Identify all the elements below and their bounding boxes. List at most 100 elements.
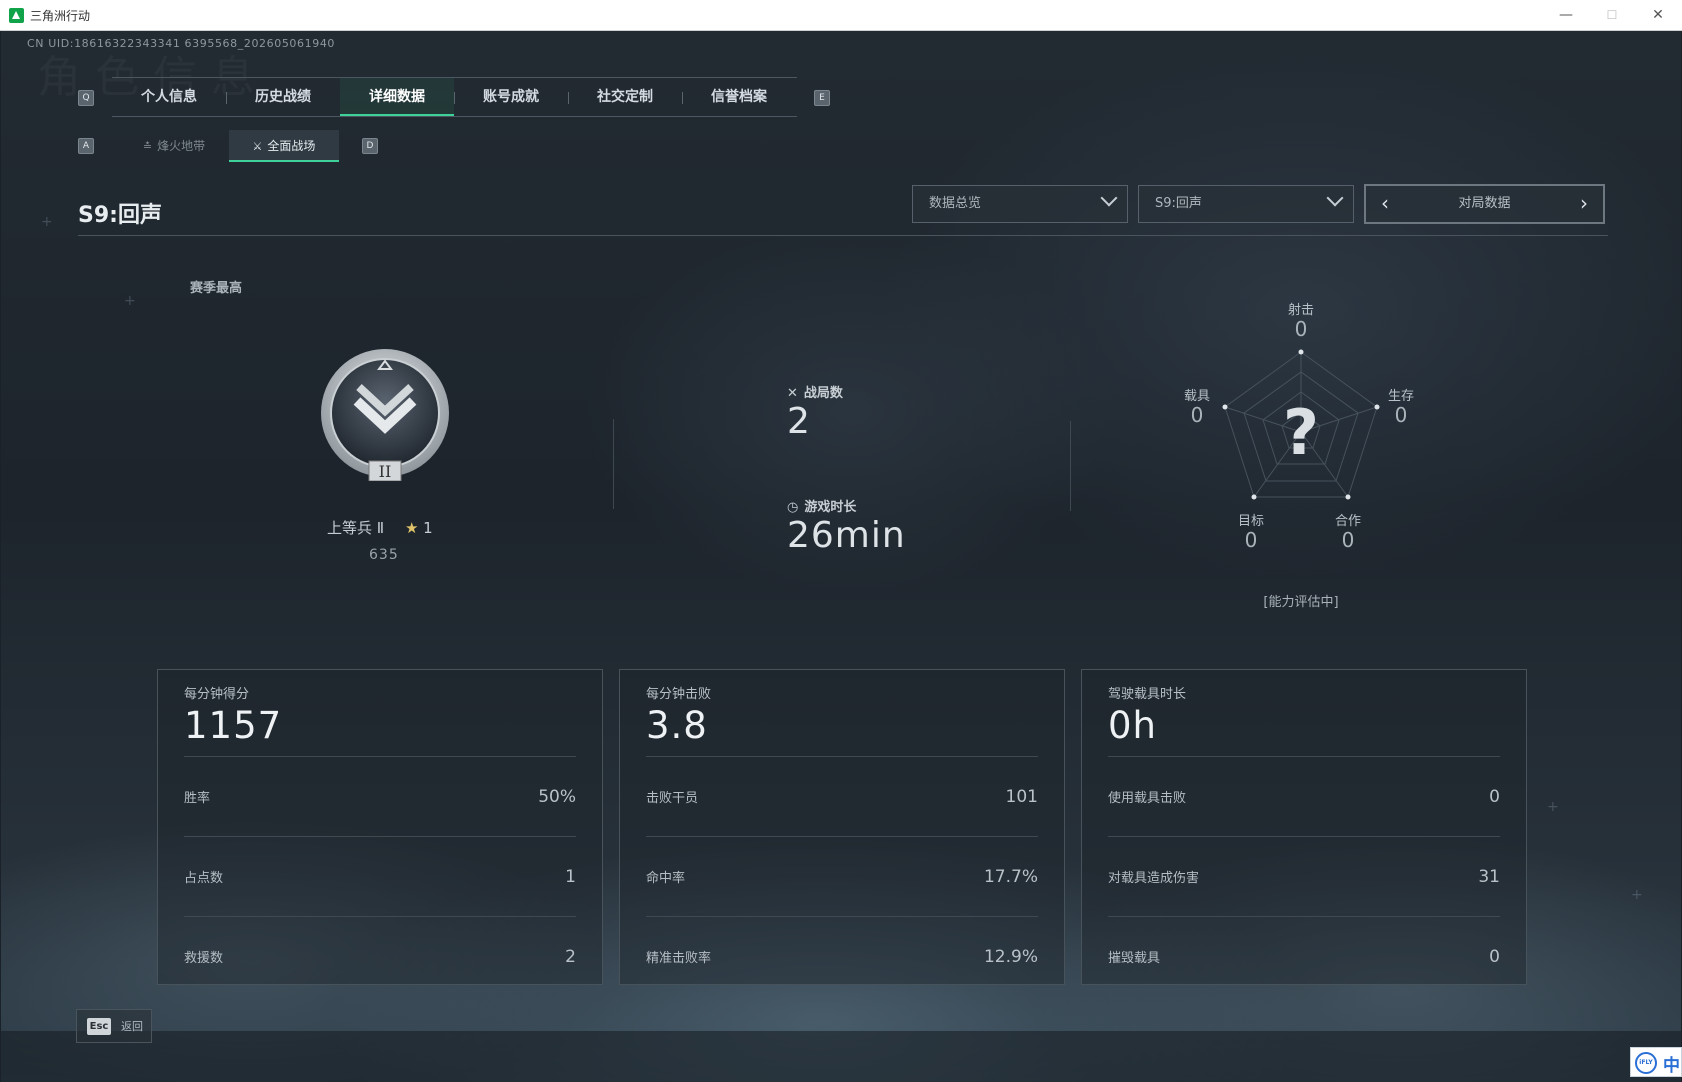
stat-value: 0 — [1489, 946, 1500, 967]
radar-label-teamwork: 合作 — [1334, 514, 1361, 529]
stat-row: 占点数 1 — [184, 836, 576, 916]
game-viewport: 角色信息 CN UID:18616322343341 6395568_20260… — [1, 31, 1681, 1082]
matches-label: 战局数 — [803, 386, 843, 401]
radar-value-teamwork: 0 — [1341, 528, 1355, 552]
dropdown-value: S9:回声 — [1155, 196, 1202, 211]
card-title: 每分钟击败 — [646, 687, 712, 702]
tab-right-key-hint: E — [814, 90, 830, 106]
stat-value: 12.9% — [983, 946, 1038, 967]
stat-value: 31 — [1478, 866, 1500, 887]
stat-value: 0 — [1489, 786, 1500, 807]
subtab-label: 全面战场 — [267, 139, 316, 153]
ime-indicator[interactable]: iFLY 中 — [1630, 1047, 1682, 1077]
firezone-icon: ≛ — [142, 140, 153, 153]
radar-status: [能力评估中] — [1263, 595, 1339, 610]
decor-plus-icon: + — [1547, 799, 1559, 815]
stat-value: 1 — [565, 866, 576, 887]
stopwatch-icon: ◷ — [787, 500, 799, 515]
tab-social-custom[interactable]: 社交定制 — [568, 78, 682, 116]
subtab-firezone[interactable]: ≛ 烽火地带 — [119, 130, 229, 162]
main-tabs: 个人信息 历史战绩 详细数据 账号成就 社交定制 信誉档案 — [112, 77, 797, 117]
section-divider — [1070, 421, 1071, 511]
stat-row: 精准击败率 12.9% — [646, 916, 1038, 996]
season-title: S9:回声 — [78, 203, 162, 228]
tab-achievements[interactable]: 账号成就 — [454, 78, 568, 116]
ability-radar-chart: ? — [1222, 349, 1380, 500]
stat-row: 摧毁载具 0 — [1108, 916, 1500, 996]
stat-row: 对载具造成伤害 31 — [1108, 836, 1500, 916]
window-titlebar: 三角洲行动 — ☐ ✕ — [0, 0, 1682, 31]
radar-label-shooting: 射击 — [1287, 303, 1314, 318]
tab-personal-info[interactable]: 个人信息 — [112, 78, 226, 116]
rank-numeral: II — [379, 462, 392, 481]
card-title: 驾驶载具时长 — [1108, 687, 1187, 702]
rank-stars: 1 — [423, 519, 433, 537]
stat-value: 17.7% — [983, 866, 1038, 887]
radar-label-objective: 目标 — [1237, 514, 1264, 529]
radar-center-mark: ? — [1283, 396, 1319, 469]
back-label: 返回 — [121, 1020, 143, 1033]
chevron-left-icon[interactable]: ‹ — [1370, 186, 1400, 222]
tab-credit-record[interactable]: 信誉档案 — [682, 78, 796, 116]
mode-subtabs: ≛ 烽火地带 ⚔ 全面战场 — [119, 130, 339, 162]
header-divider — [78, 235, 1608, 236]
tab-left-key-hint: Q — [78, 90, 94, 106]
app-logo-icon — [9, 8, 24, 23]
minimize-button[interactable]: — — [1544, 2, 1588, 28]
season-best-label: 赛季最高 — [190, 281, 243, 296]
subtab-label: 烽火地带 — [157, 139, 206, 153]
radar-value-vehicle: 0 — [1190, 403, 1204, 427]
decor-plus-icon: + — [41, 214, 53, 230]
footer-bar — [1, 1031, 1681, 1082]
chevron-down-icon — [1100, 189, 1118, 207]
maximize-button[interactable]: ☐ — [1590, 2, 1634, 28]
radar-value-objective: 0 — [1244, 528, 1258, 552]
stat-label: 摧毁载具 — [1108, 951, 1161, 966]
stat-value: 50% — [538, 786, 576, 807]
star-icon: ★ — [404, 519, 419, 537]
stat-label: 胜率 — [184, 791, 211, 806]
back-button[interactable]: Esc 返回 — [76, 1009, 152, 1043]
chevron-down-icon — [1326, 189, 1344, 207]
crossed-swords-icon: ✕ — [787, 386, 798, 401]
matches-stat: ✕ 战局数 2 — [787, 382, 843, 442]
stat-row: 救援数 2 — [184, 916, 576, 996]
subtab-battlefield[interactable]: ⚔ 全面战场 — [229, 130, 339, 162]
radar-label-vehicle: 载具 — [1183, 389, 1210, 404]
chevron-right-icon[interactable]: › — [1569, 186, 1599, 222]
stat-label: 使用载具击败 — [1108, 791, 1187, 806]
radar-value-shooting: 0 — [1294, 317, 1308, 341]
stat-row: 胜率 50% — [184, 756, 576, 836]
radar-label-survival: 生存 — [1387, 389, 1414, 404]
stat-label: 对载具造成伤害 — [1108, 871, 1200, 886]
score-stats-card: 每分钟得分 1157 胜率 50% 占点数 1 救援数 2 — [157, 669, 603, 985]
card-main-value: 3.8 — [646, 704, 708, 747]
decor-plus-icon: + — [124, 293, 136, 309]
section-divider — [613, 419, 614, 509]
data-type-dropdown[interactable]: 数据总览 — [912, 185, 1128, 223]
stat-label: 精准击败率 — [646, 951, 712, 966]
close-button[interactable]: ✕ — [1636, 2, 1680, 28]
matches-value: 2 — [787, 401, 811, 442]
playtime-label: 游戏时长 — [804, 500, 857, 515]
ime-mode: 中 — [1663, 1056, 1680, 1076]
card-main-value: 1157 — [184, 704, 283, 747]
rank-score: 635 — [369, 547, 399, 563]
stat-row: 使用载具击败 0 — [1108, 756, 1500, 836]
stat-label: 击败干员 — [646, 791, 699, 806]
season-dropdown[interactable]: S9:回声 — [1138, 185, 1354, 223]
stats-pager: ‹ 对局数据 › — [1364, 184, 1605, 224]
stat-value: 2 — [565, 946, 576, 967]
kill-stats-card: 每分钟击败 3.8 击败干员 101 命中率 17.7% 精准击败率 12.9% — [619, 669, 1065, 985]
tab-match-history[interactable]: 历史战绩 — [226, 78, 340, 116]
card-main-value: 0h — [1108, 704, 1157, 747]
rank-name-text: 上等兵 Ⅱ — [327, 519, 385, 537]
tab-detailed-data[interactable]: 详细数据 — [340, 78, 454, 116]
ime-logo-icon: iFLY — [1635, 1052, 1657, 1074]
window-title: 三角洲行动 — [30, 9, 91, 23]
battlefield-icon: ⚔ — [252, 140, 263, 153]
stat-value: 101 — [1005, 786, 1038, 807]
stat-label: 命中率 — [646, 871, 686, 886]
esc-key-hint: Esc — [87, 1018, 111, 1035]
pager-label: 对局数据 — [1458, 196, 1511, 211]
